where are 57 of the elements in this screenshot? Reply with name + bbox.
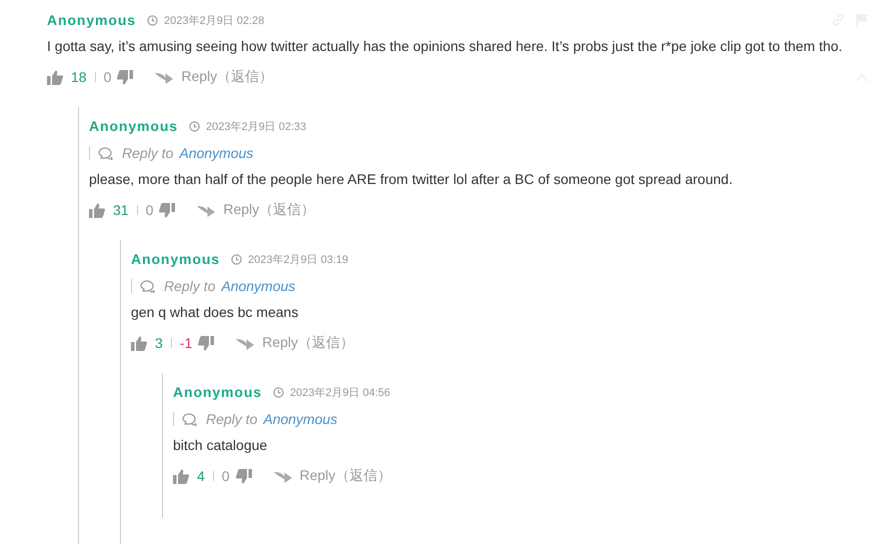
upvote-button[interactable] bbox=[47, 70, 63, 84]
clock-icon bbox=[273, 386, 284, 398]
thumbs-down-icon bbox=[236, 468, 252, 484]
upvote-count: 3 bbox=[155, 335, 163, 351]
comment-date: 2023年2月9日 03:19 bbox=[248, 252, 348, 266]
clock-icon bbox=[147, 14, 158, 26]
author-name: Anonymous bbox=[173, 384, 262, 400]
author-name: Anonymous bbox=[131, 251, 220, 267]
author-name: Anonymous bbox=[89, 118, 178, 134]
reply-link[interactable]: Reply（返信） bbox=[181, 68, 274, 86]
downvote-button[interactable] bbox=[159, 202, 176, 218]
reply-to-link[interactable]: Anonymous bbox=[221, 278, 296, 294]
reply-arrow-icon bbox=[197, 203, 216, 217]
chat-icon bbox=[140, 280, 156, 292]
thumbs-down-icon bbox=[198, 336, 214, 350]
chat-icon bbox=[98, 146, 114, 160]
comment-text: please, more than half of the people here ARE from twitter lol after a BC of someone got spread around. bbox=[89, 170, 734, 189]
reply-link[interactable]: Reply（返信） bbox=[262, 334, 354, 352]
reply-to-link[interactable]: Anonymous bbox=[263, 411, 338, 427]
upvote-button[interactable] bbox=[89, 202, 105, 218]
upvote-count: 4 bbox=[197, 468, 205, 484]
upvote-count: 31 bbox=[113, 202, 129, 218]
downvote-count: 0 bbox=[104, 69, 112, 85]
thumbs-up-icon bbox=[131, 336, 147, 350]
clock-icon bbox=[189, 120, 200, 132]
downvote-button[interactable] bbox=[236, 468, 252, 484]
downvote-count: 0 bbox=[146, 202, 154, 218]
comment-text: bitch catalogue bbox=[173, 436, 268, 455]
clock-icon bbox=[231, 254, 242, 264]
chat-icon bbox=[182, 412, 198, 426]
thumbs-down-icon bbox=[159, 202, 176, 218]
downvote-count: -1 bbox=[180, 335, 192, 351]
comment-date: 2023年2月9日 02:28 bbox=[164, 14, 264, 28]
downvote-button[interactable] bbox=[198, 336, 214, 350]
reply-link[interactable]: Reply（返信） bbox=[300, 467, 392, 485]
thumbs-up-icon bbox=[89, 202, 105, 218]
downvote-button[interactable] bbox=[117, 70, 134, 84]
upvote-button[interactable] bbox=[131, 336, 147, 350]
author-name: Anonymous bbox=[47, 12, 136, 28]
reply-to-label: Reply to bbox=[122, 145, 174, 161]
comment-date: 2023年2月9日 04:56 bbox=[290, 386, 390, 400]
upvote-button[interactable] bbox=[173, 468, 189, 484]
comment-text: gen q what does bc means bbox=[131, 303, 300, 322]
reply-arrow-icon bbox=[155, 70, 174, 84]
downvote-count: 0 bbox=[222, 468, 230, 484]
comment-text: I gotta say, it’s amusing seeing how twitter actually has the opinions shared here. It’s probs just the r*pe joke clip got to them tho. bbox=[47, 37, 844, 56]
comment-date: 2023年2月9日 02:33 bbox=[206, 120, 306, 134]
reply-to-label: Reply to bbox=[164, 278, 216, 294]
thumbs-up-icon bbox=[173, 468, 189, 484]
thumbs-down-icon bbox=[117, 70, 134, 84]
thumbs-up-icon bbox=[47, 70, 63, 84]
reply-to-label: Reply to bbox=[206, 411, 258, 427]
reply-arrow-icon bbox=[236, 336, 254, 350]
upvote-count: 18 bbox=[71, 69, 87, 85]
reply-arrow-icon bbox=[274, 469, 292, 483]
reply-to-link[interactable]: Anonymous bbox=[179, 145, 254, 161]
reply-link[interactable]: Reply（返信） bbox=[223, 201, 316, 219]
